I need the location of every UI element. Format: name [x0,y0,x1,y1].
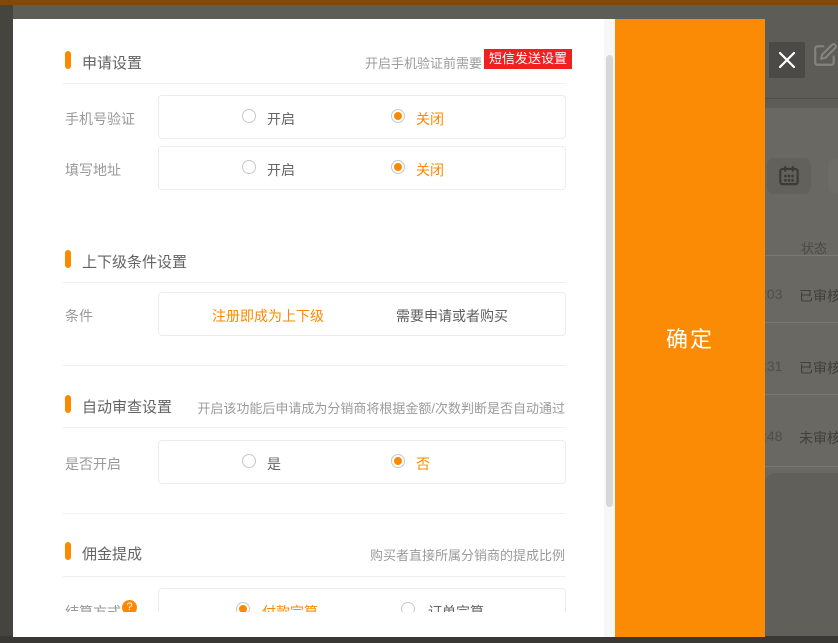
dimmed-top-accent-bar [0,0,838,5]
edit-icon[interactable] [812,42,838,68]
row-label-condition: 条件 [65,306,93,326]
page: 状态 :03 已审核 :31 已审核 :48 未审核 申请设置 开启手机验证前需… [0,0,838,643]
radio-label-address-on[interactable]: 开启 [267,160,295,180]
question-icon[interactable]: ? [122,600,137,612]
sms-note: 开启手机验证前需要 [365,53,482,72]
option-box-phone-verify [158,95,566,139]
section-marker [65,250,71,268]
radio-label-enabled-yes[interactable]: 是 [267,454,281,474]
divider [63,576,566,577]
status-badge: 已审核 [799,286,838,306]
section-marker [65,542,71,560]
row-label-enabled: 是否开启 [65,454,121,474]
radio-enabled-no[interactable] [391,454,405,468]
section-marker [65,395,71,413]
divider [63,427,566,428]
status-badge: 已审核 [799,358,838,378]
row-label-settlement: 结算方式 [65,602,121,612]
row-time: :31 [763,358,782,374]
row-label-phone-verify: 手机号验证 [65,109,135,129]
radio-settle-on-order[interactable] [401,602,415,612]
radio-settle-on-payment[interactable] [236,602,250,612]
section-title-apply: 申请设置 [82,52,142,73]
radio-label-address-off[interactable]: 关闭 [416,160,444,180]
background-header-divider [763,98,838,99]
dimmed-bottom-bar [0,636,838,643]
confirm-panel: 确定 [615,19,765,637]
choice-register-becomes[interactable]: 注册即成为上下级 [212,306,324,326]
calendar-button[interactable] [767,158,811,194]
modal-scrollbar-thumb[interactable] [606,55,613,507]
section-title-auto-review: 自动审查设置 [82,396,172,417]
option-box-settlement [158,588,566,612]
row-label-address: 填写地址 [65,160,121,180]
section-marker [65,51,71,69]
row-divider [765,394,838,395]
choice-apply-or-buy[interactable]: 需要申请或者购买 [396,306,508,326]
option-box-enabled [158,440,566,484]
row-divider [765,466,838,467]
table-header-divider [765,255,838,256]
section-title-commission: 佣金提成 [82,543,142,564]
background-partial-button [828,158,838,194]
row-time: :48 [763,428,782,444]
radio-address-on[interactable] [242,160,256,174]
dimmed-lower-panel [765,473,838,636]
modal-scrollbar-track[interactable] [604,19,615,637]
modal-scroll-area: 申请设置 开启手机验证前需要 短信发送设置 手机号验证 开启 关闭 填写地址 开… [13,19,604,612]
radio-enabled-yes[interactable] [242,454,256,468]
close-icon [777,50,797,70]
option-box-address [158,146,566,190]
radio-label-settle-on-payment[interactable]: 付款完算 [262,602,318,612]
calendar-icon [776,163,802,189]
dimmed-left-edge [0,5,13,636]
modal-close-button[interactable] [769,42,805,78]
radio-label-settle-on-order[interactable]: 订单完算 [428,602,484,612]
row-divider [765,322,838,323]
radio-label-phone-verify-off[interactable]: 关闭 [416,109,444,129]
radio-phone-verify-off[interactable] [391,109,405,123]
radio-phone-verify-on[interactable] [242,109,256,123]
section-title-hierarchy: 上下级条件设置 [82,251,187,272]
auto-review-note: 开启该功能后申请成为分销商将根据金额/次数判断是否自动通过 [197,398,565,417]
section-divider [63,513,566,514]
status-badge: 未审核 [799,428,838,448]
commission-note: 购买者直接所属分销商的提成比例 [370,545,565,564]
section-divider [63,365,566,366]
divider [63,282,566,283]
radio-label-phone-verify-on[interactable]: 开启 [267,109,295,129]
radio-label-enabled-no[interactable]: 否 [416,454,430,474]
confirm-button[interactable]: 确定 [615,321,765,355]
divider [63,83,566,84]
radio-address-off[interactable] [391,160,405,174]
sms-settings-link[interactable]: 短信发送设置 [484,49,572,69]
row-time: :03 [763,286,782,302]
